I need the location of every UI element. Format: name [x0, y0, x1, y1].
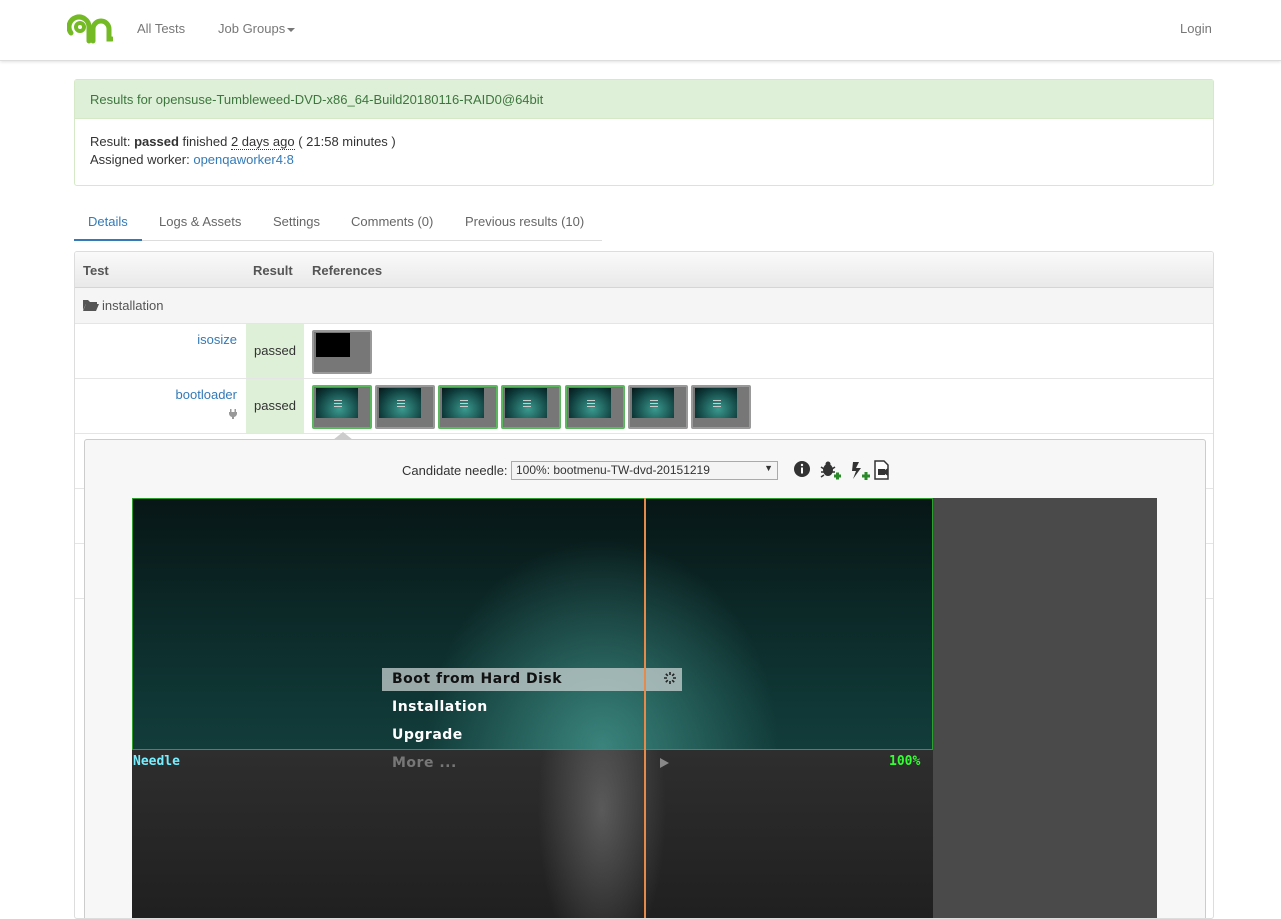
- worker-line: Assigned worker: openqaworker4:8: [90, 151, 1198, 169]
- category-label: installation: [102, 298, 164, 313]
- tab-settings[interactable]: Settings: [273, 204, 320, 241]
- nav-login[interactable]: Login: [1180, 21, 1212, 36]
- finished-ago[interactable]: 2 days ago: [230, 134, 295, 150]
- header-references[interactable]: References: [312, 263, 382, 278]
- spinner-icon: [664, 672, 676, 684]
- table-header: Test Result References: [75, 252, 1213, 288]
- thumbnail-image: [316, 388, 358, 418]
- nav-job-groups-label: Job Groups: [218, 21, 286, 36]
- result-label: Result:: [90, 134, 131, 149]
- nav-all-tests[interactable]: All Tests: [137, 21, 185, 36]
- needle-reference-image: [132, 750, 933, 918]
- thumbnail-image: [316, 333, 350, 357]
- table-row: isosize passed: [75, 324, 1213, 379]
- duration: ( 21:58 minutes ): [298, 134, 396, 149]
- result-value: passed: [134, 134, 179, 149]
- candidate-needle-select[interactable]: 100%: bootmenu-TW-dvd-20151219 ▼: [511, 461, 778, 480]
- result-cell: passed: [246, 324, 304, 378]
- boot-menu-item: Upgrade: [392, 727, 463, 743]
- test-name-bootloader[interactable]: bootloader: [176, 387, 237, 402]
- tab-comments[interactable]: Comments (0): [351, 204, 433, 241]
- screenshot-thumbnail[interactable]: [312, 330, 372, 374]
- worker-label: Assigned worker:: [90, 152, 190, 167]
- result-panel: Results for opensuse-Tumbleweed-DVD-x86_…: [74, 79, 1214, 186]
- thumbnail-image: [569, 388, 611, 418]
- needle-screenshot-area[interactable]: Boot from Hard Disk Installation Upgrade…: [132, 498, 1157, 918]
- info-icon[interactable]: [793, 460, 811, 478]
- needle-label: Needle: [133, 754, 180, 769]
- boot-menu-item: More ...: [392, 755, 457, 771]
- needle-file-icon[interactable]: [871, 459, 893, 481]
- test-name-isosize[interactable]: isosize: [197, 332, 237, 347]
- match-percent-label: 100%: [889, 754, 921, 769]
- screenshot-thumbnail[interactable]: [628, 385, 688, 429]
- openqa-logo[interactable]: [67, 11, 113, 47]
- tab-logs-assets[interactable]: Logs & Assets: [159, 204, 241, 241]
- screenshot-thumbnail[interactable]: [565, 385, 625, 429]
- header-test[interactable]: Test: [83, 263, 109, 278]
- header-result[interactable]: Result: [253, 263, 293, 278]
- folder-open-icon: [83, 300, 99, 311]
- thumbnail-image: [505, 388, 547, 418]
- category-row: installation: [75, 288, 1213, 324]
- results-table: Test Result References installation isos…: [74, 251, 1214, 919]
- table-row: bootloader passed: [75, 379, 1213, 434]
- needle-viewer: Candidate needle: 100%: bootmenu-TW-dvd-…: [84, 439, 1206, 918]
- result-details: Result: passed finished 2 days ago ( 21:…: [75, 119, 1213, 183]
- boot-menu-item: Boot from Hard Disk: [392, 671, 563, 687]
- result-line: Result: passed finished 2 days ago ( 21:…: [90, 133, 1198, 151]
- needle-match-area[interactable]: [132, 498, 933, 750]
- caret-down-icon: [287, 27, 296, 32]
- candidate-needle-value: 100%: bootmenu-TW-dvd-20151219: [516, 463, 710, 477]
- thumbnail-image: [379, 388, 421, 418]
- result-cell: passed: [246, 379, 304, 433]
- boot-menu-item: Installation: [392, 699, 488, 715]
- thumbnail-image: [632, 388, 674, 418]
- screenshot-thumbnail[interactable]: [438, 385, 498, 429]
- screenshot-thumbnail[interactable]: [691, 385, 751, 429]
- top-navbar: All Tests Job Groups Login: [0, 0, 1281, 61]
- thumbnail-image: [442, 388, 484, 418]
- thumbnail-image: [695, 388, 737, 418]
- result-heading: Results for opensuse-Tumbleweed-DVD-x86_…: [75, 80, 1213, 119]
- compare-slider-divider[interactable]: [644, 498, 646, 918]
- plug-icon: [229, 409, 237, 419]
- new-bug-icon[interactable]: [819, 460, 841, 482]
- tab-previous-results[interactable]: Previous results (10): [465, 204, 584, 241]
- screenshot-thumbnail[interactable]: [501, 385, 561, 429]
- screenshot-thumbnail[interactable]: [312, 385, 372, 429]
- screenshot-thumbnail[interactable]: [375, 385, 435, 429]
- worker-link[interactable]: openqaworker4:8: [193, 152, 293, 167]
- nav-job-groups[interactable]: Job Groups: [218, 21, 296, 36]
- new-needle-icon[interactable]: [850, 460, 872, 482]
- play-arrow-icon: [660, 758, 669, 768]
- select-arrow-icon: ▼: [764, 463, 773, 473]
- finished-label: finished: [182, 134, 228, 149]
- job-tabs: Details Logs & Assets Settings Comments …: [74, 204, 602, 241]
- tab-details[interactable]: Details: [74, 204, 142, 241]
- candidate-needle-label: Candidate needle:: [402, 463, 508, 478]
